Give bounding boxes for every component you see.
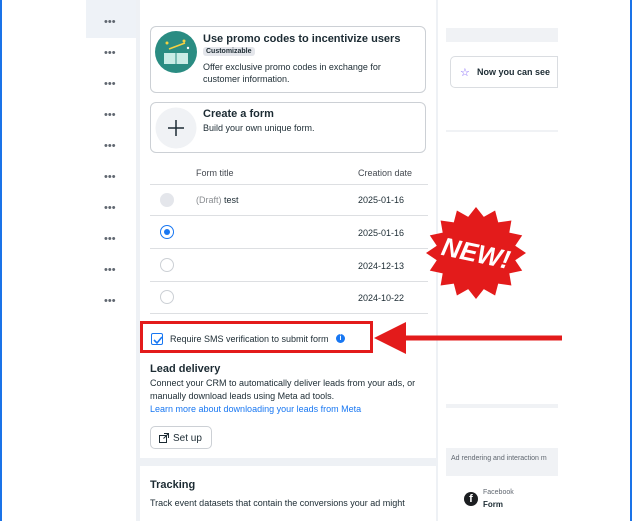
new-badge: NEW!: [426, 207, 526, 299]
row-menu-button[interactable]: •••: [104, 295, 116, 307]
creation-date-cell: 2024-12-13: [358, 261, 405, 271]
form-radio[interactable]: [160, 193, 174, 207]
row-menu-button[interactable]: •••: [104, 140, 116, 152]
creation-date-cell: 2025-01-16: [358, 195, 405, 205]
sms-verification-checkbox[interactable]: [151, 333, 163, 345]
red-arrow: [374, 322, 562, 354]
promo-option-description: Offer exclusive promo codes in exchange …: [203, 62, 381, 72]
form-name-preview: Form: [483, 500, 503, 509]
form-radio-selected[interactable]: [160, 225, 174, 239]
new-feature-notice[interactable]: ☆ Now you can see: [450, 56, 558, 88]
table-divider: [150, 281, 428, 282]
table-divider: [150, 215, 428, 216]
preview-card: [446, 0, 558, 28]
sms-verification-label: Require SMS verification to submit form: [170, 334, 329, 344]
row-menu-button[interactable]: •••: [104, 47, 116, 59]
form-title-cell: (Draft) test: [196, 195, 239, 205]
promo-option-title: Use promo codes to incentivize users: [203, 33, 401, 45]
tracking-title: Tracking: [150, 479, 196, 491]
form-preview-card: [446, 476, 558, 521]
creation-date-cell: 2025-01-16: [358, 228, 405, 238]
check-icon: [153, 336, 163, 345]
tracking-card: [140, 466, 436, 521]
set-up-button[interactable]: Set up: [150, 426, 212, 449]
row-menu-button[interactable]: •••: [104, 264, 116, 276]
info-icon[interactable]: i: [336, 334, 345, 343]
row-menu-button[interactable]: •••: [104, 78, 116, 90]
row-menu-button[interactable]: •••: [104, 233, 116, 245]
customizable-badge: Customizable: [203, 47, 255, 56]
row-menu-button[interactable]: •••: [104, 202, 116, 214]
create-form-description: Build your own unique form.: [203, 123, 315, 133]
table-divider: [150, 313, 428, 314]
promo-option-description: customer information.: [203, 74, 290, 84]
star-icon: ☆: [460, 67, 470, 79]
promo-illustration-icon: [155, 31, 197, 73]
row-menu-button[interactable]: •••: [104, 16, 116, 28]
plus-icon: [155, 107, 197, 149]
form-radio[interactable]: [160, 258, 174, 272]
ad-rendering-note: Ad rendering and interaction m: [451, 455, 547, 462]
table-divider: [150, 184, 428, 185]
tracking-description: Track event datasets that contain the co…: [150, 498, 405, 508]
lead-delivery-title: Lead delivery: [150, 363, 221, 375]
draft-label: (Draft): [196, 195, 222, 205]
column-header-form-title: Form title: [196, 168, 234, 178]
creation-date-cell: 2024-10-22: [358, 293, 405, 303]
create-form-title: Create a form: [203, 108, 274, 120]
lead-delivery-description: Connect your CRM to automatically delive…: [150, 378, 416, 388]
external-link-icon: [159, 433, 169, 443]
form-radio[interactable]: [160, 290, 174, 304]
row-menu-button[interactable]: •••: [104, 109, 116, 121]
learn-more-link[interactable]: Learn more about downloading your leads …: [150, 404, 361, 414]
preview-card: [446, 408, 558, 448]
notice-text: Now you can see: [477, 67, 551, 77]
facebook-logo-icon: f: [464, 492, 478, 506]
set-up-button-label: Set up: [173, 433, 202, 444]
row-menu-column: ••• ••• ••• ••• ••• ••• ••• ••• ••• •••: [86, 0, 136, 320]
ads-manager-form-setup: ••• ••• ••• ••• ••• ••• ••• ••• ••• ••• …: [2, 0, 630, 521]
form-name: test: [224, 195, 239, 205]
column-header-creation-date: Creation date: [358, 168, 413, 178]
page-name: Facebook: [483, 489, 514, 496]
row-menu-button[interactable]: •••: [104, 171, 116, 183]
table-divider: [150, 248, 428, 249]
lead-delivery-description: manually download leads using Meta ad to…: [150, 391, 335, 401]
